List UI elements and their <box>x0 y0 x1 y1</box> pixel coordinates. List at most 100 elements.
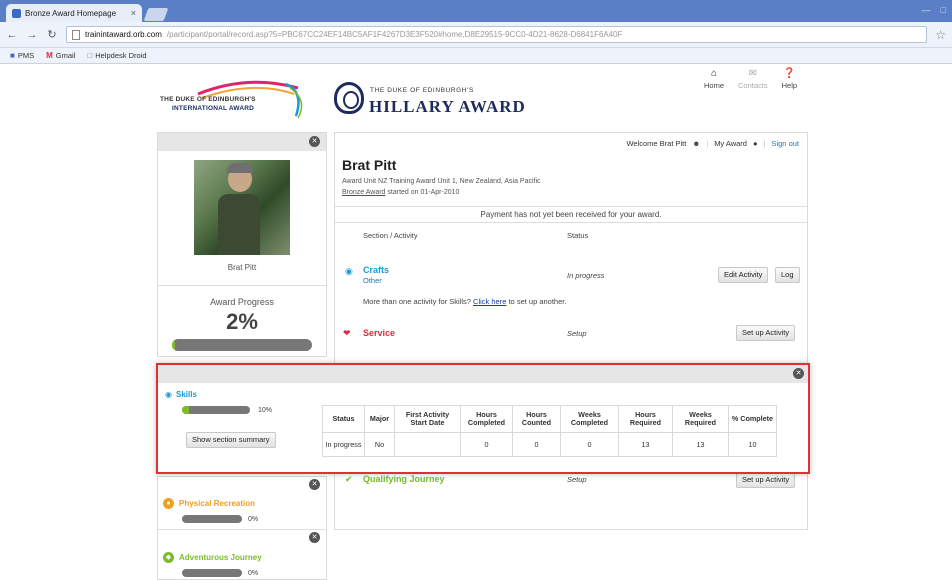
journey-icon: ✔ <box>345 474 353 484</box>
award-progress-value: 2% <box>226 309 258 334</box>
cell-hours-required: 13 <box>618 432 673 457</box>
separator: | <box>763 139 766 148</box>
th-hours-completed: Hours Completed <box>460 405 513 433</box>
collapse-icon[interactable]: ✕ <box>309 532 320 543</box>
bookmark-label: Helpdesk Droid <box>95 51 147 60</box>
intl-logo-line1: THE DUKE OF EDINBURGH'S <box>160 96 256 103</box>
hillary-logo-title[interactable]: HILLARY AWARD <box>369 97 526 117</box>
log-button[interactable]: Log <box>775 267 800 283</box>
cell-percent-complete: 10 <box>728 432 777 457</box>
journey-set-up-button[interactable]: Set up Activity <box>736 472 796 488</box>
nav-help[interactable]: ❓ Help <box>782 68 797 90</box>
address-bar[interactable]: trainintaward.orb.com/participant/portal… <box>66 26 928 43</box>
activity-crafts-title[interactable]: Crafts <box>363 265 389 275</box>
award-pin-icon: ● <box>752 139 758 148</box>
divider <box>158 529 326 530</box>
activity-service-title[interactable]: Service <box>363 328 395 338</box>
edit-activity-button[interactable]: Edit Activity <box>718 267 769 283</box>
skills-section-title[interactable]: ◉ Skills <box>165 390 197 399</box>
skills-progress-fill <box>182 406 189 414</box>
show-section-summary-button[interactable]: Show section summary <box>186 432 276 448</box>
page-title: Brat Pitt <box>342 157 397 173</box>
divider <box>158 285 326 286</box>
browser-tab[interactable]: Bronze Award Homepage × <box>6 4 142 22</box>
section-physical[interactable]: ● Physical Recreation <box>163 498 255 509</box>
award-unit-line: Award Unit NZ Training Award Unit 1, New… <box>342 178 541 185</box>
user-icon: ☻ <box>692 139 701 148</box>
physical-progress-pct: 0% <box>248 515 259 523</box>
forward-icon[interactable]: → <box>26 29 38 41</box>
browser-titlebar: Bronze Award Homepage × — □ <box>0 0 952 22</box>
skills-title-text: Skills <box>175 390 197 399</box>
activity-crafts-sub: Other <box>363 276 382 285</box>
maximize-icon[interactable]: □ <box>941 5 946 15</box>
profile-panel: ✕ Brat Pitt Award Progress 2% <box>157 132 327 357</box>
bookmark-gmail[interactable]: M Gmail <box>46 51 75 60</box>
nav-label: Help <box>781 81 798 90</box>
collapse-icon[interactable]: ✕ <box>309 136 320 147</box>
th-major: Major <box>364 405 395 433</box>
minimize-icon[interactable]: — <box>922 5 931 15</box>
reload-icon[interactable]: ↻ <box>46 28 58 41</box>
skills-progress-pct: 10% <box>258 406 273 414</box>
sections-panel: ✕ ● Physical Recreation 0% ✕ ◆ Adventuro… <box>157 476 327 580</box>
adventurous-progress-pct: 0% <box>248 569 259 577</box>
bookmark-helpdesk[interactable]: □ Helpdesk Droid <box>87 51 146 60</box>
adventurous-journey-icon: ◆ <box>163 552 174 563</box>
avatar <box>194 160 290 255</box>
collapse-icon[interactable]: ✕ <box>309 479 320 490</box>
my-award-link[interactable]: My Award <box>714 139 747 148</box>
th-percent-complete: % Complete <box>728 405 777 433</box>
close-popup-icon[interactable]: ✕ <box>793 368 804 379</box>
start-date-text: started on 01-Apr-2010 <box>385 189 460 196</box>
skills-progress-bar <box>182 406 250 414</box>
physical-progress-bar <box>182 515 242 523</box>
physical-recreation-icon: ● <box>163 498 174 509</box>
tab-favicon-icon <box>12 8 21 18</box>
cell-weeks-required: 13 <box>672 432 729 457</box>
click-here-link[interactable]: Click here <box>473 297 506 306</box>
payment-notice: Payment has not yet been received for yo… <box>335 206 807 223</box>
url-host: trainintaward.orb.com <box>85 30 162 39</box>
th-weeks-completed: Weeks Completed <box>560 405 619 433</box>
nav-home[interactable]: ⌂ Home <box>704 68 724 90</box>
activity-journey-status: Setup <box>567 475 587 484</box>
bookmark-label: Gmail <box>55 51 76 60</box>
cell-hours-counted: 0 <box>512 432 561 457</box>
activity-crafts-status: In progress <box>567 271 605 280</box>
pms-icon: ■ <box>10 51 15 60</box>
bookmarks-bar: ■ PMS M Gmail □ Helpdesk Droid <box>0 48 952 64</box>
url-path: /participant/portal/record.asp?5=PBC67CC… <box>166 30 623 39</box>
nav-label: Contacts <box>738 81 768 90</box>
skills-chat-icon: ◉ <box>165 390 172 399</box>
more-activities-line: More than one activity for Skills? Click… <box>363 297 566 306</box>
th-hours-counted: Hours Counted <box>512 405 561 433</box>
award-progress-fill <box>172 339 175 351</box>
top-navigation: ⌂ Home ✉ Contacts ❓ Help <box>704 68 797 90</box>
service-hands-icon: ❤ <box>343 328 351 338</box>
set-up-activity-button[interactable]: Set up Activity <box>736 325 796 341</box>
bookmark-star-icon[interactable]: ☆ <box>935 28 946 42</box>
cell-major: No <box>364 432 395 457</box>
cell-hours-completed: 0 <box>460 432 513 457</box>
international-award-logo[interactable]: THE DUKE OF EDINBURGH'S INTERNATIONAL AW… <box>158 78 308 124</box>
activity-journey-title[interactable]: Qualifying Journey <box>363 474 445 484</box>
new-tab-button[interactable] <box>143 8 169 21</box>
tab-close-icon[interactable]: × <box>131 8 136 18</box>
adventurous-progress-bar <box>182 569 242 577</box>
contacts-icon: ✉ <box>748 68 758 79</box>
bookmark-pms[interactable]: ■ PMS <box>10 51 34 60</box>
nav-contacts[interactable]: ✉ Contacts <box>738 68 768 90</box>
tab-title: Bronze Award Homepage <box>25 8 117 18</box>
th-weeks-required: Weeks Required <box>672 405 729 433</box>
section-adventurous[interactable]: ◆ Adventurous Journey <box>163 552 262 563</box>
back-icon[interactable]: ← <box>6 29 18 41</box>
avatar-hat <box>227 163 253 173</box>
section-adventurous-title: Adventurous Journey <box>179 553 262 562</box>
col-section-activity: Section / Activity <box>363 231 418 240</box>
sign-out-link[interactable]: Sign out <box>771 139 799 148</box>
avatar-body <box>218 194 260 255</box>
user-bar: Welcome Brat Pitt ☻ | My Award ● | Sign … <box>626 139 799 148</box>
gmail-icon: M <box>46 51 53 60</box>
bronze-award-link[interactable]: Bronze Award <box>342 189 385 196</box>
